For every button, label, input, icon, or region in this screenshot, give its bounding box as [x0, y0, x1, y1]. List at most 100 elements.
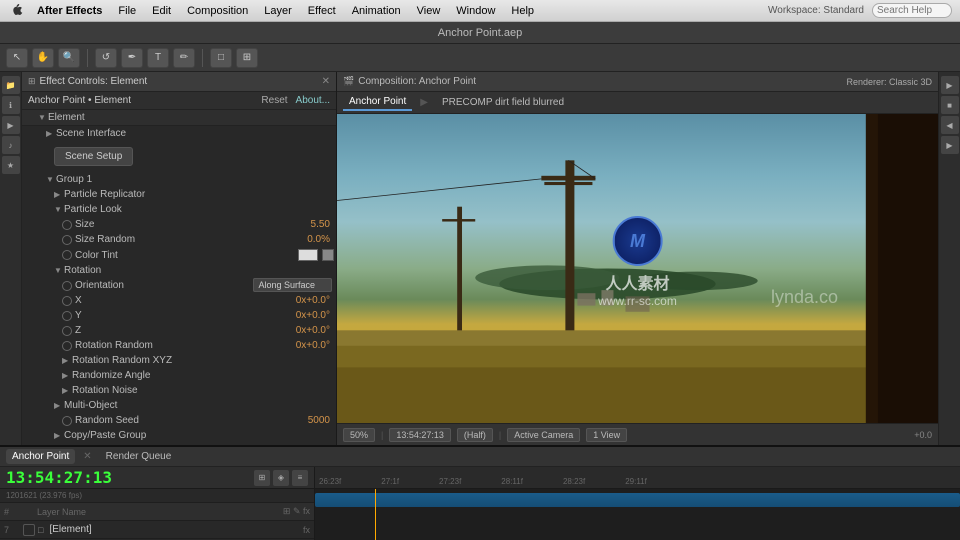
color-tint-label: Color Tint [75, 250, 298, 261]
rotation-random-value[interactable]: 0x+0.0° [296, 340, 330, 351]
tl-icon-1[interactable]: ⊞ [254, 470, 270, 486]
timeline-tab-anchor[interactable]: Anchor Point [6, 449, 75, 464]
comp-tab-precomp[interactable]: PRECOMP dirt field blurred [436, 95, 570, 110]
z-rotation-item[interactable]: Z 0x+0.0° [22, 323, 336, 338]
x-stopwatch[interactable] [62, 296, 72, 306]
preview-panel-btn[interactable]: ▶ [2, 116, 20, 134]
edit-menu[interactable]: Edit [145, 3, 178, 19]
rotation-noise-item[interactable]: ▶ Rotation Noise [22, 383, 336, 398]
hand-tool[interactable]: ✋ [32, 48, 54, 68]
prev-frame-btn[interactable]: ◀ [941, 116, 959, 134]
right-panel: ▶ ■ ◀ ▶ [938, 72, 960, 445]
effect-menu[interactable]: Effect [301, 3, 343, 19]
random-seed-value[interactable]: 5000 [308, 415, 330, 426]
layer-visibility-toggle[interactable] [23, 524, 35, 536]
timeline-tab-render[interactable]: Render Queue [100, 449, 178, 464]
particle-look-label: Particle Look [64, 204, 336, 215]
zoom-select[interactable]: 50% [343, 428, 375, 442]
scene-setup-btn[interactable]: Scene Setup [54, 147, 133, 166]
composition-menu[interactable]: Composition [180, 3, 255, 19]
rotation-random-stopwatch[interactable] [62, 341, 72, 351]
x-label: X [75, 295, 296, 306]
tl-icon-2[interactable]: ◈ [273, 470, 289, 486]
view-select[interactable]: Active Camera [507, 428, 580, 442]
info-panel-btn[interactable]: ℹ [2, 96, 20, 114]
pen-tool[interactable]: ✒ [121, 48, 143, 68]
playhead[interactable] [375, 489, 376, 540]
y-stopwatch[interactable] [62, 311, 72, 321]
reset-btn[interactable]: Reset [261, 95, 287, 106]
text-tool[interactable]: T [147, 48, 169, 68]
next-frame-btn[interactable]: ▶ [941, 136, 959, 154]
timecode-display[interactable]: 13:54:27:13 [389, 428, 451, 442]
play-btn[interactable]: ▶ [941, 76, 959, 94]
rotation-group-item[interactable]: ▼ Rotation [22, 263, 336, 278]
col-name: Layer Name [37, 507, 280, 517]
scene-interface-item[interactable]: ▶ Scene Interface [22, 126, 336, 141]
tl-icon-3[interactable]: ≡ [292, 470, 308, 486]
orientation-stopwatch[interactable] [62, 281, 72, 291]
group1-item[interactable]: ▼ Group 1 [22, 172, 336, 187]
size-random-stopwatch[interactable] [62, 235, 72, 245]
project-panel-btn[interactable]: 📁 [2, 76, 20, 94]
about-btn[interactable]: About... [296, 95, 330, 106]
timeline-timecode[interactable]: 13:54:27:13 [6, 468, 112, 487]
rotate-tool[interactable]: ↺ [95, 48, 117, 68]
random-seed-stopwatch[interactable] [62, 416, 72, 426]
view-option-select[interactable]: 1 View [586, 428, 627, 442]
layer-menu[interactable]: Layer [257, 3, 299, 19]
x-rotation-item[interactable]: X 0x+0.0° [22, 293, 336, 308]
color-tint-item[interactable]: Color Tint [22, 247, 336, 263]
comp-tab-anchor[interactable]: Anchor Point [343, 94, 412, 111]
size-stopwatch[interactable] [62, 220, 72, 230]
audio-panel-btn[interactable]: ♪ [2, 136, 20, 154]
app-name-menu[interactable]: After Effects [30, 3, 109, 19]
group2-item[interactable]: ▶ Group 2 [22, 443, 336, 445]
shape-tool[interactable]: □ [210, 48, 232, 68]
z-value[interactable]: 0x+0.0° [296, 325, 330, 336]
search-input[interactable] [872, 3, 952, 18]
quality-select[interactable]: (Half) [457, 428, 493, 442]
random-seed-item[interactable]: Random Seed 5000 [22, 413, 336, 428]
z-stopwatch[interactable] [62, 326, 72, 336]
color-tint-picker[interactable] [322, 249, 334, 261]
help-menu[interactable]: Help [504, 3, 541, 19]
apple-menu[interactable] [8, 3, 24, 19]
file-menu[interactable]: File [111, 3, 143, 19]
effects-panel-btn[interactable]: ★ [2, 156, 20, 174]
orientation-dropdown[interactable]: Along Surface [253, 280, 332, 291]
randomize-angle-item[interactable]: ▶ Randomize Angle [22, 368, 336, 383]
random-seed-label: Random Seed [75, 415, 308, 426]
puppet-tool[interactable]: ⊞ [236, 48, 258, 68]
table-row[interactable]: 7 □ [Element] fx [0, 521, 314, 539]
color-tint-stopwatch[interactable] [62, 250, 72, 260]
element-item[interactable]: ▼ Element [22, 110, 336, 126]
brush-tool[interactable]: ✏ [173, 48, 195, 68]
multi-object-item[interactable]: ▶ Multi-Object [22, 398, 336, 413]
size-random-value[interactable]: 0.0% [307, 234, 330, 245]
select-tool[interactable]: ↖ [6, 48, 28, 68]
composition-viewport: M 人人素材 www.rr-sc.com lynda.co [337, 114, 938, 423]
panel-close-btn[interactable]: ✕ [322, 76, 330, 87]
orientation-item[interactable]: Orientation Along Surface [22, 278, 336, 293]
particle-look-item[interactable]: ▼ Particle Look [22, 202, 336, 217]
stop-btn[interactable]: ■ [941, 96, 959, 114]
window-menu[interactable]: Window [449, 3, 502, 19]
size-random-item[interactable]: Size Random 0.0% [22, 232, 336, 247]
view-menu[interactable]: View [410, 3, 448, 19]
x-value[interactable]: 0x+0.0° [296, 295, 330, 306]
size-item[interactable]: Size 5.50 [22, 217, 336, 232]
color-tint-swatch[interactable] [298, 249, 318, 261]
rotation-random-item[interactable]: Rotation Random 0x+0.0° [22, 338, 336, 353]
orientation-value[interactable]: Along Surface [253, 278, 332, 292]
layer-track-bar[interactable] [315, 493, 960, 507]
y-value[interactable]: 0x+0.0° [296, 310, 330, 321]
breadcrumb: Anchor Point • Element [28, 95, 131, 106]
size-value[interactable]: 5.50 [311, 219, 330, 230]
y-rotation-item[interactable]: Y 0x+0.0° [22, 308, 336, 323]
particle-replicator-item[interactable]: ▶ Particle Replicator [22, 187, 336, 202]
rotation-random-xyz-item[interactable]: ▶ Rotation Random XYZ [22, 353, 336, 368]
copy-paste-item[interactable]: ▶ Copy/Paste Group [22, 428, 336, 443]
animation-menu[interactable]: Animation [345, 3, 408, 19]
zoom-tool[interactable]: 🔍 [58, 48, 80, 68]
